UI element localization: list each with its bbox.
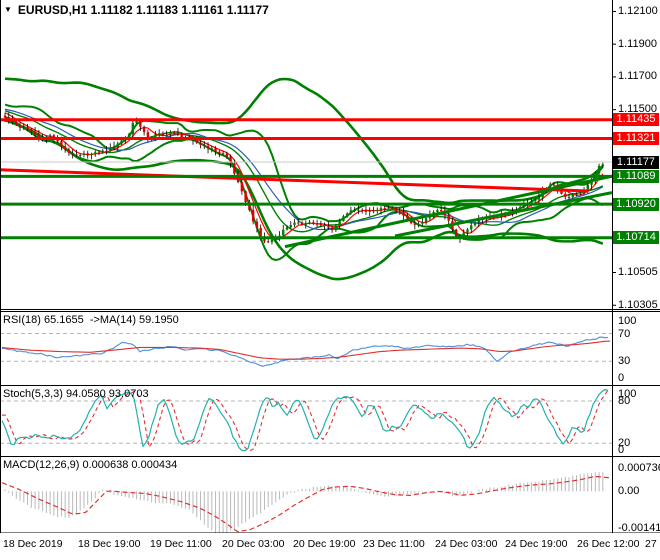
price-tick-label: 1.11900 — [618, 37, 657, 50]
time-axis-label: 26 Dec 12:00 — [577, 538, 640, 550]
rsi-scale-label: 30 — [618, 355, 631, 368]
symbol-period-label: EURUSD,H1 — [17, 3, 88, 17]
stoch-indicator-label: Stoch(5,3,3) 94.0580 93.0703 — [3, 388, 149, 400]
price-tick-label: 1.12100 — [618, 4, 658, 17]
price-tick-label: 1.11700 — [618, 70, 657, 83]
price-badge-support-1: 1.11089 — [613, 169, 659, 183]
macd-indicator-label: MACD(12,26,9) 0.000638 0.000434 — [3, 459, 178, 471]
price-badge-support-2: 1.10920 — [613, 197, 659, 211]
rsi-indicator-label: RSI(18) 65.1655 ->MA(14) 59.1950 — [3, 314, 179, 326]
chart-dropdown-icon[interactable]: ▼ — [4, 5, 12, 14]
price-badge-current: 1.11177 — [613, 155, 659, 169]
rsi-scale-label: 0 — [618, 372, 625, 384]
chart-title: ▼ EURUSD,H1 1.11182 1.11183 1.11161 1.111… — [4, 3, 269, 17]
time-axis-label: 18 Dec 19:00 — [78, 538, 141, 550]
price-tick-label: 1.11500 — [618, 103, 657, 116]
price-tick-label: 1.10305 — [618, 298, 658, 311]
macd-scale-label: -0.001414 — [618, 522, 660, 534]
macd-scale-label: 0.000736 — [618, 462, 660, 475]
time-axis-label: 19 Dec 11:00 — [150, 538, 212, 550]
price-badge-resistance-2: 1.11321 — [613, 131, 659, 145]
macd-scale-label: 0.00 — [618, 485, 640, 498]
price-badge-resistance-1: 1.11435 — [613, 113, 659, 127]
time-axis-label: 27 Dec 04:00 — [645, 538, 660, 550]
time-axis-label: 20 Dec 03:00 — [222, 538, 285, 550]
time-axis-label: 24 Dec 03:00 — [435, 538, 498, 550]
time-axis-label: 23 Dec 11:00 — [363, 538, 425, 550]
price-tick-label: 1.10505 — [618, 266, 658, 278]
chart-window: ▼ EURUSD,H1 1.11182 1.11183 1.11161 1.111… — [0, 0, 660, 560]
time-axis-label: 18 Dec 2019 — [3, 538, 63, 550]
rsi-scale-label: 70 — [618, 327, 631, 340]
time-axis-label: 20 Dec 19:00 — [293, 538, 356, 550]
stoch-scale-label: 0 — [618, 444, 625, 456]
rsi-scale-label: 100 — [618, 315, 637, 327]
quote-ohlc-label: 1.11182 1.11183 1.11161 1.11177 — [90, 3, 269, 17]
time-axis-label: 24 Dec 19:00 — [505, 538, 568, 550]
price-badge-support-3: 1.10714 — [613, 231, 659, 245]
stoch-scale-label: 80 — [618, 395, 631, 407]
chart-canvas[interactable] — [0, 0, 660, 533]
